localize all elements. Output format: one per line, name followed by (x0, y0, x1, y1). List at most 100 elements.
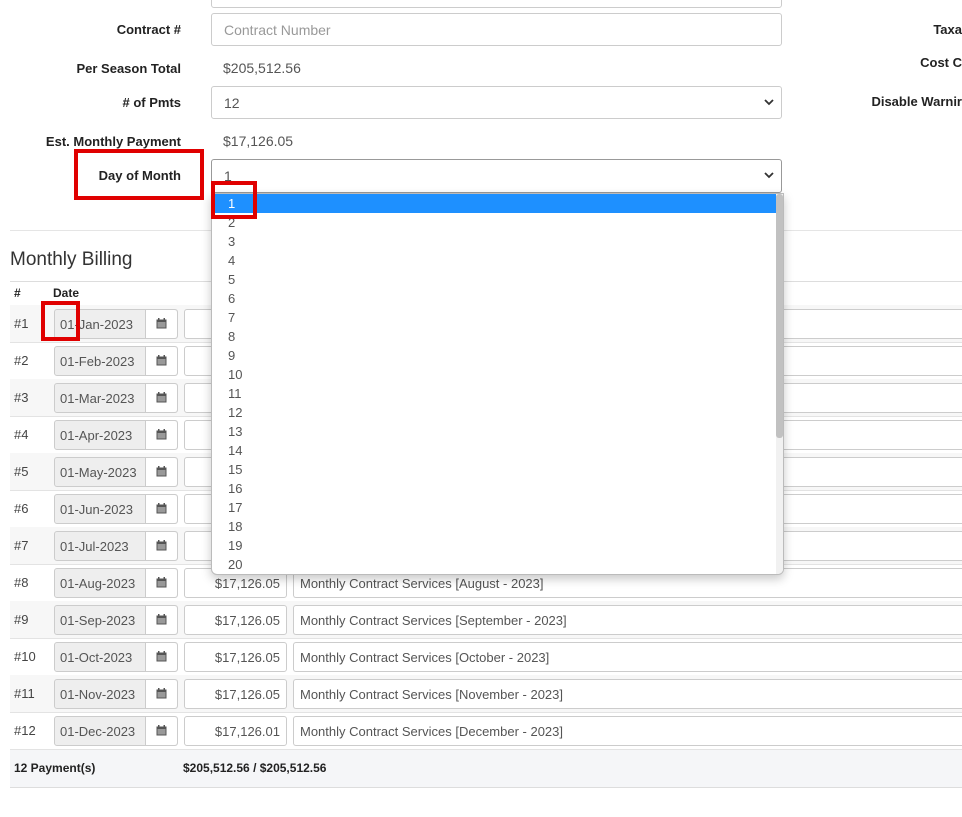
per-season-total-value: $205,512.56 (223, 60, 301, 76)
date-input[interactable]: 01-Mar-2023 (54, 383, 178, 413)
cost-center-label: Cost C (920, 55, 962, 70)
dropdown-option-label: 20 (228, 557, 243, 572)
description-value: Monthly Contract Services [October - 202… (300, 650, 550, 665)
calendar-button[interactable] (145, 458, 177, 486)
est-monthly-value: $17,126.05 (223, 133, 294, 149)
dropdown-option[interactable]: 8 (213, 327, 776, 346)
dropdown-option[interactable]: 16 (213, 479, 776, 498)
dropdown-option[interactable]: 20 (213, 555, 776, 574)
calendar-button[interactable] (145, 643, 177, 671)
date-value: 01-Mar-2023 (60, 391, 135, 406)
dropdown-option[interactable]: 12 (213, 403, 776, 422)
date-value: 01-Dec-2023 (60, 724, 136, 739)
date-value: 01-Sep-2023 (60, 613, 136, 628)
contract-number-input[interactable]: Contract Number (211, 13, 782, 46)
date-input[interactable]: 01-Oct-2023 (54, 642, 178, 672)
date-input[interactable]: 01-Sep-2023 (54, 605, 178, 635)
footer-count: 12 Payment(s) (14, 761, 96, 775)
description-input[interactable]: Monthly Contract Services [December - 20… (293, 716, 962, 746)
date-input[interactable]: 01-Jul-2023 (54, 531, 178, 561)
calendar-icon (156, 466, 167, 477)
description-input[interactable]: Monthly Contract Services [September - 2… (293, 605, 962, 635)
date-value: 01-Aug-2023 (60, 576, 136, 591)
calendar-button[interactable] (145, 310, 177, 338)
dropdown-option[interactable]: 9 (213, 346, 776, 365)
dropdown-option[interactable]: 18 (213, 517, 776, 536)
calendar-icon (156, 392, 167, 403)
dropdown-option[interactable]: 7 (213, 308, 776, 327)
dropdown-option[interactable]: 11 (213, 384, 776, 403)
calendar-button[interactable] (145, 717, 177, 745)
calendar-button[interactable] (145, 532, 177, 560)
date-input[interactable]: 01-May-2023 (54, 457, 178, 487)
dropdown-option[interactable]: 14 (213, 441, 776, 460)
num-pmts-label: # of Pmts (122, 95, 181, 110)
calendar-button[interactable] (145, 680, 177, 708)
calendar-button[interactable] (145, 384, 177, 412)
dropdown-option[interactable]: 3 (213, 232, 776, 251)
row-number: #2 (14, 353, 29, 368)
date-input[interactable]: 01-Aug-2023 (54, 568, 178, 598)
description-input[interactable]: Monthly Contract Services [November - 20… (293, 679, 962, 709)
dropdown-option-label: 9 (228, 348, 236, 363)
date-value: 01-Apr-2023 (60, 428, 133, 443)
disable-warning-label: Disable Warnir (871, 94, 962, 109)
description-input[interactable]: Monthly Contract Services [October - 202… (293, 642, 962, 672)
num-pmts-select[interactable]: 12 (211, 86, 782, 119)
calendar-button[interactable] (145, 347, 177, 375)
calendar-icon (156, 540, 167, 551)
amount-input[interactable]: $17,126.05 (184, 605, 287, 635)
calendar-button[interactable] (145, 569, 177, 597)
calendar-button[interactable] (145, 421, 177, 449)
amount-input[interactable]: $17,126.05 (184, 679, 287, 709)
dropdown-scrollbar[interactable] (776, 194, 783, 574)
date-value: 01-Jan-2023 (60, 317, 133, 332)
day-of-month-select[interactable]: 1 (211, 159, 782, 193)
date-input[interactable]: 01-Apr-2023 (54, 420, 178, 450)
dropdown-option-label: 1 (228, 196, 236, 211)
dropdown-option[interactable]: 4 (213, 251, 776, 270)
date-input[interactable]: 01-Feb-2023 (54, 346, 178, 376)
top-partial-field[interactable] (211, 0, 782, 8)
row-number: #8 (14, 575, 29, 590)
table-footer: 12 Payment(s) $205,512.56 / $205,512.56 (10, 750, 962, 788)
calendar-icon (156, 318, 167, 329)
calendar-icon (156, 503, 167, 514)
date-value: 01-Feb-2023 (60, 354, 135, 369)
est-monthly-label: Est. Monthly Payment (45, 134, 181, 149)
day-of-month-dropdown[interactable]: 1 2 3 4 5 6 7 8 9 10 11 12 13 14 15 16 17 18 19 20 (211, 193, 784, 575)
dropdown-option-label: 2 (228, 215, 236, 230)
date-input[interactable]: 01-Jan-2023 (54, 309, 178, 339)
date-input[interactable]: 01-Nov-2023 (54, 679, 178, 709)
dropdown-scroll-thumb[interactable] (776, 194, 783, 438)
chevron-down-icon (764, 99, 774, 106)
dropdown-option[interactable]: 5 (213, 270, 776, 289)
dropdown-option-label: 5 (228, 272, 236, 287)
dropdown-option[interactable]: 15 (213, 460, 776, 479)
amount-input[interactable]: $17,126.05 (184, 642, 287, 672)
calendar-button[interactable] (145, 606, 177, 634)
dropdown-option-label: 19 (228, 538, 243, 553)
amount-input[interactable]: $17,126.01 (184, 716, 287, 746)
date-input[interactable]: 01-Jun-2023 (54, 494, 178, 524)
row-number: #11 (14, 686, 35, 701)
dropdown-option[interactable]: 2 (213, 213, 776, 232)
dropdown-option[interactable]: 13 (213, 422, 776, 441)
dropdown-option[interactable]: 17 (213, 498, 776, 517)
taxable-label: Taxa (933, 22, 962, 37)
amount-value: $17,126.05 (214, 650, 280, 665)
dropdown-option-label: 7 (228, 310, 236, 325)
dropdown-option-label: 17 (228, 500, 243, 515)
date-input[interactable]: 01-Dec-2023 (54, 716, 178, 746)
dropdown-option[interactable]: 6 (213, 289, 776, 308)
calendar-button[interactable] (145, 495, 177, 523)
dropdown-option-label: 14 (228, 443, 243, 458)
day-of-month-label: Day of Month (98, 168, 181, 183)
row-number: #9 (14, 612, 29, 627)
dropdown-option[interactable]: 1 (213, 194, 776, 213)
dropdown-option[interactable]: 19 (213, 536, 776, 555)
dropdown-option[interactable]: 10 (213, 365, 776, 384)
dropdown-option-label: 12 (228, 405, 243, 420)
date-value: 01-Nov-2023 (60, 687, 136, 702)
dropdown-option-label: 11 (228, 386, 242, 401)
